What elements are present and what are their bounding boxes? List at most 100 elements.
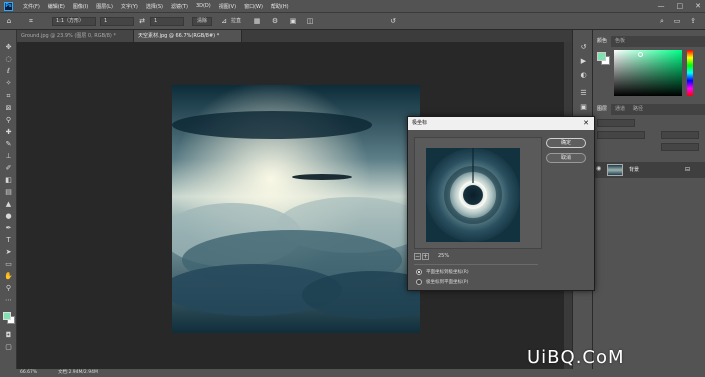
status-doc-size: 文档:2.94M/2.94M [58, 370, 98, 375]
radio-rectangular-to-polar[interactable] [416, 269, 422, 275]
minimize-button[interactable]: — [658, 2, 665, 10]
delete-cropped-icon[interactable]: ▣ [288, 17, 298, 26]
blend-mode-select[interactable] [597, 131, 645, 139]
libraries-icon[interactable]: ▣ [577, 102, 590, 113]
menu-select[interactable]: 选择(S) [142, 3, 167, 10]
zoom-tool-icon[interactable]: ⚲ [2, 283, 15, 294]
history-icon[interactable]: ↺ [577, 42, 590, 53]
zoom-level: 25% [438, 253, 450, 259]
color-panel-tabs: 颜色 色板 [593, 36, 705, 47]
clear-button[interactable]: 清除 [192, 17, 212, 26]
polar-coordinates-dialog: 极坐标 ✕ − + 25% 平面坐标到极坐标(R) 极坐标到平面坐标(P) 确定… [407, 116, 595, 291]
hue-slider[interactable] [687, 50, 693, 96]
menu-bar: Ps 文件(F) 编辑(E) 图像(I) 图层(L) 文字(Y) 选择(S) 滤… [0, 0, 705, 12]
overlay-grid-icon[interactable]: ▦ [252, 17, 262, 26]
crop-tool-icon[interactable]: ⌗ [2, 91, 15, 102]
fg-color-chip[interactable] [597, 52, 606, 61]
pen-tool-icon[interactable]: ✒ [2, 223, 15, 234]
workspace-icon[interactable]: ▭ [672, 17, 682, 26]
rectangle-tool-icon[interactable]: ▭ [2, 259, 15, 270]
option-polar-to-rectangular[interactable]: 极坐标到平面坐标(P) [416, 279, 468, 285]
visibility-eye-icon[interactable]: ◉ [596, 165, 601, 172]
quick-mask-icon[interactable]: ◘ [2, 330, 15, 341]
properties-icon[interactable]: ☰ [577, 88, 590, 99]
search-icon[interactable]: ⌕ [657, 17, 667, 26]
type-tool-icon[interactable]: T [2, 235, 15, 246]
watermark: UiBQ.CoM [527, 347, 625, 368]
menu-layer[interactable]: 图层(L) [92, 3, 117, 10]
clone-stamp-tool-icon[interactable]: ⊥ [2, 151, 15, 162]
lock-icon: ⊟ [685, 166, 691, 173]
status-zoom: 66.67% [20, 370, 38, 375]
right-panels: 颜色 色板 图层 通道 路径 ◉ 背景 ⊟ [592, 30, 705, 369]
menu-file[interactable]: 文件(F) [19, 3, 44, 10]
cancel-button[interactable]: 取消 [546, 153, 586, 163]
tab-sky-material[interactable]: 天空素材.jpg @ 66.7%(RGB/8#) * [134, 30, 242, 42]
menu-type[interactable]: 文字(Y) [117, 3, 142, 10]
hand-tool-icon[interactable]: ✋ [2, 271, 15, 282]
option1-label: 平面坐标到极坐标(R) [426, 270, 469, 275]
layer-row-background[interactable]: ◉ 背景 ⊟ [593, 162, 705, 178]
content-aware-icon[interactable]: ◫ [305, 17, 315, 26]
radio-polar-to-rectangular[interactable] [416, 279, 422, 285]
menu-window[interactable]: 窗口(W) [240, 3, 267, 10]
magic-wand-tool-icon[interactable]: ✧ [2, 78, 15, 89]
tab-layers[interactable]: 图层 [593, 104, 612, 115]
option-rectangular-to-polar[interactable]: 平面坐标到极坐标(R) [416, 269, 469, 275]
polar-preview-image[interactable] [426, 148, 520, 242]
actions-play-icon[interactable]: ▶ [577, 56, 590, 67]
zoom-in-button[interactable]: + [422, 253, 429, 260]
height-field[interactable]: 1 [150, 17, 184, 26]
move-tool-icon[interactable]: ✥ [2, 42, 15, 53]
frame-tool-icon[interactable]: ⊠ [2, 103, 15, 114]
layer-filter-field[interactable] [597, 119, 635, 127]
more-tools-icon[interactable]: ⋯ [2, 295, 15, 306]
color-field[interactable] [614, 50, 682, 96]
status-bar: 66.67% 文档:2.94M/2.94M [0, 369, 705, 377]
menu-3d[interactable]: 3D(D) [192, 3, 215, 9]
menu-image[interactable]: 图像(I) [69, 3, 92, 10]
restore-button[interactable]: □ [677, 2, 684, 10]
width-field[interactable]: 1 [100, 17, 134, 26]
menu-filter[interactable]: 滤镜(T) [167, 3, 192, 10]
opacity-field[interactable] [661, 131, 699, 139]
tab-swatches[interactable]: 色板 [611, 36, 629, 47]
straighten-icon[interactable]: ⊿ [219, 17, 229, 26]
dialog-close-button[interactable]: ✕ [583, 117, 589, 130]
settings-gear-icon[interactable]: ⚙ [270, 17, 280, 26]
zoom-out-button[interactable]: − [414, 253, 421, 260]
reset-icon[interactable]: ↺ [388, 17, 398, 26]
fill-field[interactable] [661, 143, 699, 151]
menu-edit[interactable]: 编辑(E) [44, 3, 69, 10]
tab-color[interactable]: 颜色 [593, 36, 612, 47]
menu-view[interactable]: 视图(V) [215, 3, 240, 10]
gradient-tool-icon[interactable]: ▤ [2, 187, 15, 198]
layer-name: 背景 [629, 167, 640, 173]
sky-image [172, 85, 420, 333]
menu-help[interactable]: 帮助(H) [267, 3, 293, 10]
dialog-title: 极坐标 [408, 117, 594, 130]
eyedropper-tool-icon[interactable]: ⚲ [2, 115, 15, 126]
eraser-tool-icon[interactable]: ◧ [2, 175, 15, 186]
brush-tool-icon[interactable]: ✎ [2, 139, 15, 150]
lasso-tool-icon[interactable]: ℓ [2, 66, 15, 77]
tab-paths[interactable]: 路径 [629, 104, 647, 115]
healing-brush-tool-icon[interactable]: ✚ [2, 127, 15, 138]
crop-tool-icon[interactable]: ⌗ [26, 17, 36, 26]
marquee-tool-icon[interactable]: ◌ [2, 54, 15, 65]
path-selection-tool-icon[interactable]: ➤ [2, 247, 15, 258]
close-window-button[interactable]: ✕ [695, 2, 701, 10]
foreground-color-swatch[interactable] [3, 312, 11, 320]
tab-channels[interactable]: 通道 [611, 104, 629, 115]
screen-mode-icon[interactable]: ▢ [2, 342, 15, 353]
dodge-tool-icon[interactable]: ● [2, 211, 15, 222]
history-brush-tool-icon[interactable]: ✐ [2, 163, 15, 174]
swap-icon[interactable]: ⇄ [137, 17, 147, 26]
ok-button[interactable]: 确定 [546, 138, 586, 148]
home-icon[interactable]: ⌂ [4, 17, 14, 26]
adjustments-icon[interactable]: ◐ [577, 70, 590, 81]
tab-ground[interactable]: Ground.jpg @ 23.9% (图层 0, RGB/8) * [17, 30, 134, 42]
ratio-select[interactable]: 1:1（方形） [52, 17, 96, 26]
share-icon[interactable]: ⇪ [688, 17, 698, 26]
blur-tool-icon[interactable]: ▲ [2, 199, 15, 210]
